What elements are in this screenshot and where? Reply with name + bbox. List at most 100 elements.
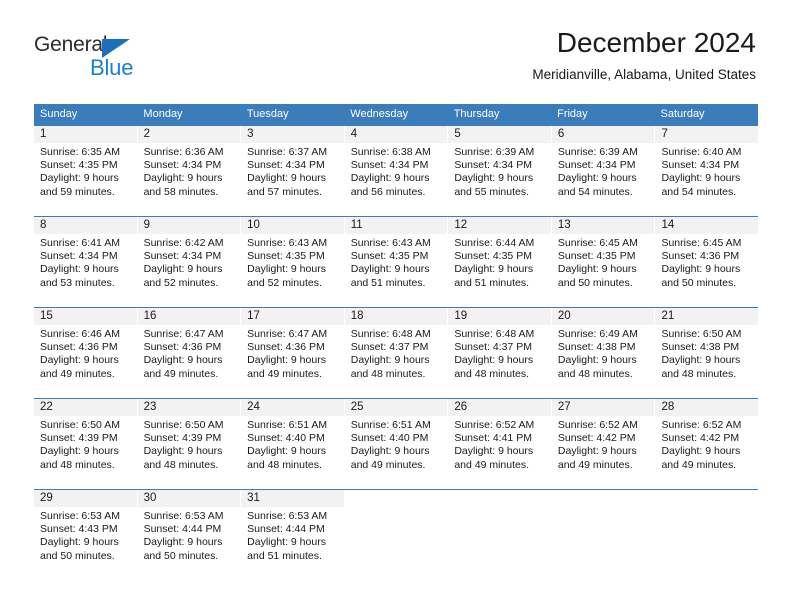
sunrise-text: Sunrise: 6:40 AM [661, 146, 742, 158]
day-details: Sunrise: 6:49 AM Sunset: 4:38 PM Dayligh… [552, 325, 655, 381]
sunset-text: Sunset: 4:37 PM [350, 341, 429, 354]
daylight-text-line1: Daylight: 9 hours [557, 263, 637, 276]
day-cell[interactable]: 11 Sunrise: 6:43 AM Sunset: 4:35 PM Dayl… [344, 217, 449, 307]
day-details: Sunrise: 6:39 AM Sunset: 4:34 PM Dayligh… [552, 143, 655, 199]
logo-text-general: General [34, 33, 108, 56]
day-number: 31 [241, 490, 344, 507]
day-cell[interactable]: 18 Sunrise: 6:48 AM Sunset: 4:37 PM Dayl… [344, 308, 449, 398]
daylight-text-line1: Daylight: 9 hours [661, 445, 741, 458]
day-details: Sunrise: 6:43 AM Sunset: 4:35 PM Dayligh… [241, 234, 344, 290]
sunrise-text: Sunrise: 6:50 AM [143, 419, 224, 431]
day-number: 10 [241, 217, 344, 234]
day-cell[interactable]: 26 Sunrise: 6:52 AM Sunset: 4:41 PM Dayl… [448, 399, 552, 489]
sunset-text: Sunset: 4:34 PM [143, 159, 222, 172]
day-number: 21 [655, 308, 759, 325]
day-cell[interactable]: 29 Sunrise: 6:53 AM Sunset: 4:43 PM Dayl… [34, 490, 138, 580]
day-cell[interactable]: 23 Sunrise: 6:50 AM Sunset: 4:39 PM Dayl… [137, 399, 242, 489]
daylight-text-line1: Daylight: 9 hours [454, 263, 534, 276]
day-cell[interactable]: 14 Sunrise: 6:45 AM Sunset: 4:36 PM Dayl… [655, 217, 759, 307]
day-cell[interactable]: 4 Sunrise: 6:38 AM Sunset: 4:34 PM Dayli… [344, 126, 449, 216]
daylight-text-line1: Daylight: 9 hours [350, 354, 430, 367]
day-cell[interactable]: 8 Sunrise: 6:41 AM Sunset: 4:34 PM Dayli… [34, 217, 138, 307]
day-cell[interactable]: 9 Sunrise: 6:42 AM Sunset: 4:34 PM Dayli… [137, 217, 242, 307]
day-number: 16 [137, 308, 241, 325]
day-cell[interactable]: 24 Sunrise: 6:51 AM Sunset: 4:40 PM Dayl… [241, 399, 345, 489]
weekday-header-monday: Monday [143, 108, 183, 120]
daylight-text-line1: Daylight: 9 hours [247, 445, 326, 458]
day-cell[interactable]: 7 Sunrise: 6:40 AM Sunset: 4:34 PM Dayli… [655, 126, 759, 216]
sunset-text: Sunset: 4:42 PM [557, 432, 636, 445]
day-cell[interactable]: 17 Sunrise: 6:47 AM Sunset: 4:36 PM Dayl… [241, 308, 345, 398]
daylight-text-line1: Daylight: 9 hours [40, 445, 119, 458]
day-cell-empty [448, 490, 552, 580]
sunset-text: Sunset: 4:41 PM [454, 432, 532, 445]
sunset-text: Sunset: 4:36 PM [247, 341, 325, 354]
daylight-text-line1: Daylight: 9 hours [557, 172, 637, 185]
day-details: Sunrise: 6:50 AM Sunset: 4:39 PM Dayligh… [34, 416, 137, 472]
sunrise-text: Sunrise: 6:48 AM [350, 328, 431, 340]
day-details: Sunrise: 6:45 AM Sunset: 4:36 PM Dayligh… [655, 234, 758, 290]
day-cell[interactable]: 25 Sunrise: 6:51 AM Sunset: 4:40 PM Dayl… [344, 399, 449, 489]
daylight-text-line2: and 56 minutes. [350, 185, 426, 198]
general-blue-logo: General Blue [34, 33, 164, 85]
sunset-text: Sunset: 4:42 PM [661, 432, 740, 445]
day-cell[interactable]: 20 Sunrise: 6:49 AM Sunset: 4:38 PM Dayl… [551, 308, 656, 398]
sunset-text: Sunset: 4:37 PM [454, 341, 532, 354]
week-row: 22 Sunrise: 6:50 AM Sunset: 4:39 PM Dayl… [34, 398, 759, 489]
daylight-text-line1: Daylight: 9 hours [454, 445, 534, 458]
day-cell-empty [552, 490, 656, 580]
day-details: Sunrise: 6:53 AM Sunset: 4:44 PM Dayligh… [138, 507, 241, 563]
sunset-text: Sunset: 4:39 PM [143, 432, 222, 445]
day-cell[interactable]: 15 Sunrise: 6:46 AM Sunset: 4:36 PM Dayl… [34, 308, 138, 398]
sunset-text: Sunset: 4:34 PM [247, 159, 325, 172]
day-cell-empty [655, 490, 758, 580]
sunrise-text: Sunrise: 6:45 AM [557, 237, 638, 249]
daylight-text-line2: and 49 minutes. [143, 367, 219, 380]
day-cell[interactable]: 22 Sunrise: 6:50 AM Sunset: 4:39 PM Dayl… [34, 399, 138, 489]
daylight-text-line2: and 48 minutes. [143, 458, 219, 471]
sunrise-text: Sunrise: 6:49 AM [557, 328, 638, 340]
day-cell[interactable]: 13 Sunrise: 6:45 AM Sunset: 4:35 PM Dayl… [551, 217, 656, 307]
weekday-header-saturday: Saturday [660, 108, 705, 120]
day-cell[interactable]: 19 Sunrise: 6:48 AM Sunset: 4:37 PM Dayl… [448, 308, 552, 398]
day-number: 3 [241, 126, 344, 143]
day-cell[interactable]: 16 Sunrise: 6:47 AM Sunset: 4:36 PM Dayl… [137, 308, 242, 398]
day-number: 26 [448, 399, 551, 416]
day-cell[interactable]: 6 Sunrise: 6:39 AM Sunset: 4:34 PM Dayli… [551, 126, 656, 216]
day-number: 17 [241, 308, 344, 325]
day-cell[interactable]: 31 Sunrise: 6:53 AM Sunset: 4:44 PM Dayl… [241, 490, 345, 580]
day-number: 29 [34, 490, 137, 507]
day-cell[interactable]: 10 Sunrise: 6:43 AM Sunset: 4:35 PM Dayl… [241, 217, 345, 307]
day-cell[interactable]: 2 Sunrise: 6:36 AM Sunset: 4:34 PM Dayli… [137, 126, 242, 216]
daylight-text-line1: Daylight: 9 hours [661, 354, 741, 367]
day-cell[interactable]: 1 Sunrise: 6:35 AM Sunset: 4:35 PM Dayli… [34, 126, 138, 216]
day-cell[interactable]: 21 Sunrise: 6:50 AM Sunset: 4:38 PM Dayl… [655, 308, 759, 398]
sunset-text: Sunset: 4:35 PM [40, 159, 118, 172]
sunrise-text: Sunrise: 6:39 AM [454, 146, 535, 158]
day-number: 24 [241, 399, 344, 416]
day-details: Sunrise: 6:52 AM Sunset: 4:42 PM Dayligh… [655, 416, 758, 472]
day-cell[interactable]: 5 Sunrise: 6:39 AM Sunset: 4:34 PM Dayli… [448, 126, 552, 216]
day-number [448, 490, 551, 507]
sunset-text: Sunset: 4:36 PM [661, 250, 740, 263]
day-cell[interactable]: 3 Sunrise: 6:37 AM Sunset: 4:34 PM Dayli… [241, 126, 345, 216]
day-cell[interactable]: 12 Sunrise: 6:44 AM Sunset: 4:35 PM Dayl… [448, 217, 552, 307]
daylight-text-line2: and 53 minutes. [40, 276, 115, 289]
daylight-text-line1: Daylight: 9 hours [350, 445, 430, 458]
sunrise-text: Sunrise: 6:48 AM [454, 328, 535, 340]
day-details: Sunrise: 6:51 AM Sunset: 4:40 PM Dayligh… [345, 416, 448, 472]
sunset-text: Sunset: 4:36 PM [40, 341, 118, 354]
daylight-text-line1: Daylight: 9 hours [40, 536, 119, 549]
daylight-text-line2: and 49 minutes. [557, 458, 633, 471]
day-cell[interactable]: 28 Sunrise: 6:52 AM Sunset: 4:42 PM Dayl… [655, 399, 759, 489]
daylight-text-line1: Daylight: 9 hours [247, 263, 326, 276]
sunrise-text: Sunrise: 6:47 AM [247, 328, 328, 340]
day-cell[interactable]: 30 Sunrise: 6:53 AM Sunset: 4:44 PM Dayl… [137, 490, 242, 580]
sunset-text: Sunset: 4:35 PM [454, 250, 532, 263]
sunrise-text: Sunrise: 6:50 AM [661, 328, 742, 340]
daylight-text-line2: and 55 minutes. [454, 185, 530, 198]
daylight-text-line1: Daylight: 9 hours [40, 263, 119, 276]
sunset-text: Sunset: 4:36 PM [143, 341, 222, 354]
day-cell[interactable]: 27 Sunrise: 6:52 AM Sunset: 4:42 PM Dayl… [551, 399, 656, 489]
daylight-text-line1: Daylight: 9 hours [247, 172, 326, 185]
